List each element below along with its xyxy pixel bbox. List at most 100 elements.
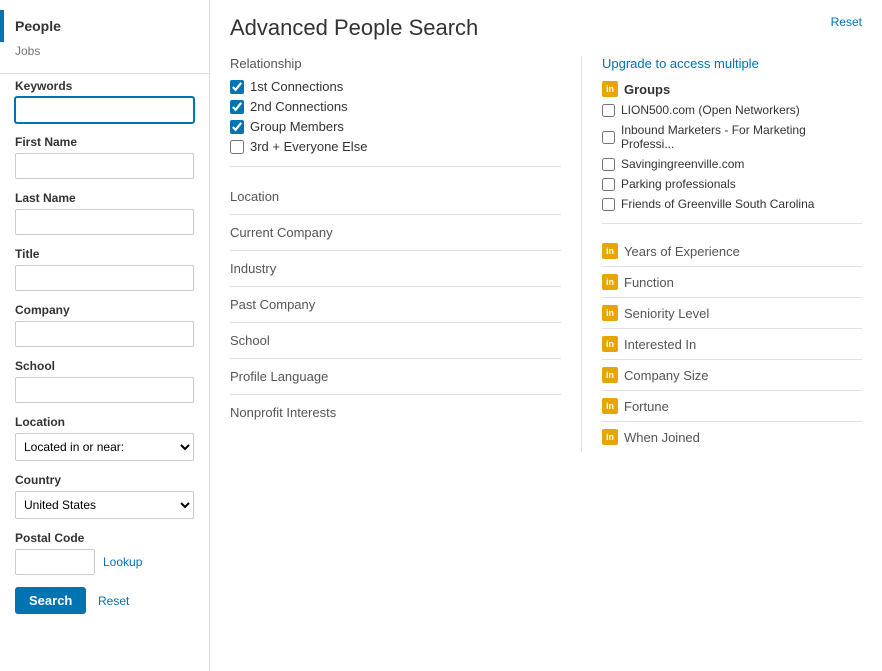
company-size-label: Company Size	[624, 368, 709, 383]
upgrade-link[interactable]: Upgrade to access multiple	[602, 56, 862, 71]
checkbox-group-label: Group Members	[250, 119, 344, 134]
group-parking-checkbox[interactable]	[602, 178, 615, 191]
checkbox-1st: 1st Connections	[230, 79, 561, 94]
school-input[interactable]	[15, 377, 194, 403]
postal-row: Lookup	[15, 549, 194, 575]
keywords-label: Keywords	[15, 79, 194, 93]
interested-label: Interested In	[624, 337, 696, 352]
seniority-badge: in	[602, 305, 618, 321]
fortune-label: Fortune	[624, 399, 669, 414]
seniority-label: Seniority Level	[624, 306, 709, 321]
filter-industry[interactable]: Industry	[230, 251, 561, 287]
lookup-link[interactable]: Lookup	[103, 555, 142, 569]
fortune-badge: in	[602, 398, 618, 414]
reset-link[interactable]: Reset	[831, 15, 862, 29]
premium-years-exp[interactable]: in Years of Experience	[602, 236, 862, 267]
group-savingreenville-checkbox[interactable]	[602, 158, 615, 171]
firstname-group: First Name	[15, 135, 194, 179]
company-size-badge: in	[602, 367, 618, 383]
premium-when-joined[interactable]: in When Joined	[602, 422, 862, 452]
filter-school[interactable]: School	[230, 323, 561, 359]
group-savingreenville-label: Savingingreenville.com	[621, 157, 744, 171]
group-inbound: Inbound Marketers - For Marketing Profes…	[602, 123, 862, 151]
premium-fortune[interactable]: in Fortune	[602, 391, 862, 422]
lastname-label: Last Name	[15, 191, 194, 205]
firstname-input[interactable]	[15, 153, 194, 179]
filter-nonprofit[interactable]: Nonprofit Interests	[230, 395, 561, 430]
group-parking-label: Parking professionals	[621, 177, 736, 191]
filter-profile-language[interactable]: Profile Language	[230, 359, 561, 395]
checkbox-1st-input[interactable]	[230, 80, 244, 94]
company-group: Company	[15, 303, 194, 347]
title-label: Title	[15, 247, 194, 261]
checkbox-3rd: 3rd + Everyone Else	[230, 139, 561, 154]
groups-in-badge: in	[602, 81, 618, 97]
country-select[interactable]: United StatesCanadaUnited KingdomAustral…	[15, 491, 194, 519]
premium-function[interactable]: in Function	[602, 267, 862, 298]
country-label: Country	[15, 473, 194, 487]
school-group: School	[15, 359, 194, 403]
group-inbound-checkbox[interactable]	[602, 131, 615, 144]
keywords-group: Keywords	[15, 79, 194, 123]
group-lion500-checkbox[interactable]	[602, 104, 615, 117]
checkbox-2nd-input[interactable]	[230, 100, 244, 114]
premium-filters: in Years of Experience in Function in Se…	[602, 236, 862, 452]
company-label: Company	[15, 303, 194, 317]
school-label: School	[15, 359, 194, 373]
postal-label: Postal Code	[15, 531, 194, 545]
country-group: Country United StatesCanadaUnited Kingdo…	[15, 473, 194, 519]
relationship-label: Relationship	[230, 56, 561, 71]
title-group: Title	[15, 247, 194, 291]
page-title: Advanced People Search	[230, 15, 478, 41]
reset-button-bottom[interactable]: Reset	[98, 594, 129, 608]
location-label: Location	[15, 415, 194, 429]
group-inbound-label: Inbound Marketers - For Marketing Profes…	[621, 123, 862, 151]
content-columns: Relationship 1st Connections 2nd Connect…	[230, 56, 862, 452]
search-form: Keywords First Name Last Name Title Comp…	[0, 79, 209, 614]
group-friends-greenville: Friends of Greenville South Carolina	[602, 197, 862, 211]
premium-company-size[interactable]: in Company Size	[602, 360, 862, 391]
filter-industry-label: Industry	[230, 261, 276, 276]
groups-header-item: in Groups	[602, 81, 862, 97]
filter-school-label: School	[230, 333, 270, 348]
group-savingreenville: Savingingreenville.com	[602, 157, 862, 171]
years-exp-label: Years of Experience	[624, 244, 740, 259]
group-friends-greenville-checkbox[interactable]	[602, 198, 615, 211]
title-input[interactable]	[15, 265, 194, 291]
keywords-input[interactable]	[15, 97, 194, 123]
left-column: Relationship 1st Connections 2nd Connect…	[230, 56, 582, 452]
sidebar-divider	[0, 73, 209, 74]
interested-badge: in	[602, 336, 618, 352]
premium-seniority[interactable]: in Seniority Level	[602, 298, 862, 329]
filter-past-company-label: Past Company	[230, 297, 315, 312]
section-divider-right	[602, 223, 862, 224]
when-joined-badge: in	[602, 429, 618, 445]
search-button[interactable]: Search	[15, 587, 86, 614]
search-actions: Search Reset	[15, 587, 194, 614]
premium-interested-in[interactable]: in Interested In	[602, 329, 862, 360]
checkbox-group: Group Members	[230, 119, 561, 134]
filter-current-company[interactable]: Current Company	[230, 215, 561, 251]
sidebar-people-section: People	[0, 10, 209, 42]
groups-label: Groups	[624, 82, 670, 97]
function-label: Function	[624, 275, 674, 290]
group-lion500: LION500.com (Open Networkers)	[602, 103, 862, 117]
filter-location-label: Location	[230, 189, 279, 204]
firstname-label: First Name	[15, 135, 194, 149]
lastname-input[interactable]	[15, 209, 194, 235]
checkbox-group-input[interactable]	[230, 120, 244, 134]
sidebar: People Jobs Keywords First Name Last Nam…	[0, 0, 210, 671]
group-lion500-label: LION500.com (Open Networkers)	[621, 103, 800, 117]
filter-current-company-label: Current Company	[230, 225, 333, 240]
filter-past-company[interactable]: Past Company	[230, 287, 561, 323]
group-friends-greenville-label: Friends of Greenville South Carolina	[621, 197, 814, 211]
sidebar-jobs-link[interactable]: Jobs	[0, 42, 209, 68]
postal-input[interactable]	[15, 549, 95, 575]
checkbox-3rd-label: 3rd + Everyone Else	[250, 139, 367, 154]
main-content: Advanced People Search Reset Relationshi…	[210, 0, 882, 671]
location-select[interactable]: Located in or near:	[15, 433, 194, 461]
filter-location[interactable]: Location	[230, 179, 561, 215]
checkbox-3rd-input[interactable]	[230, 140, 244, 154]
function-badge: in	[602, 274, 618, 290]
company-input[interactable]	[15, 321, 194, 347]
